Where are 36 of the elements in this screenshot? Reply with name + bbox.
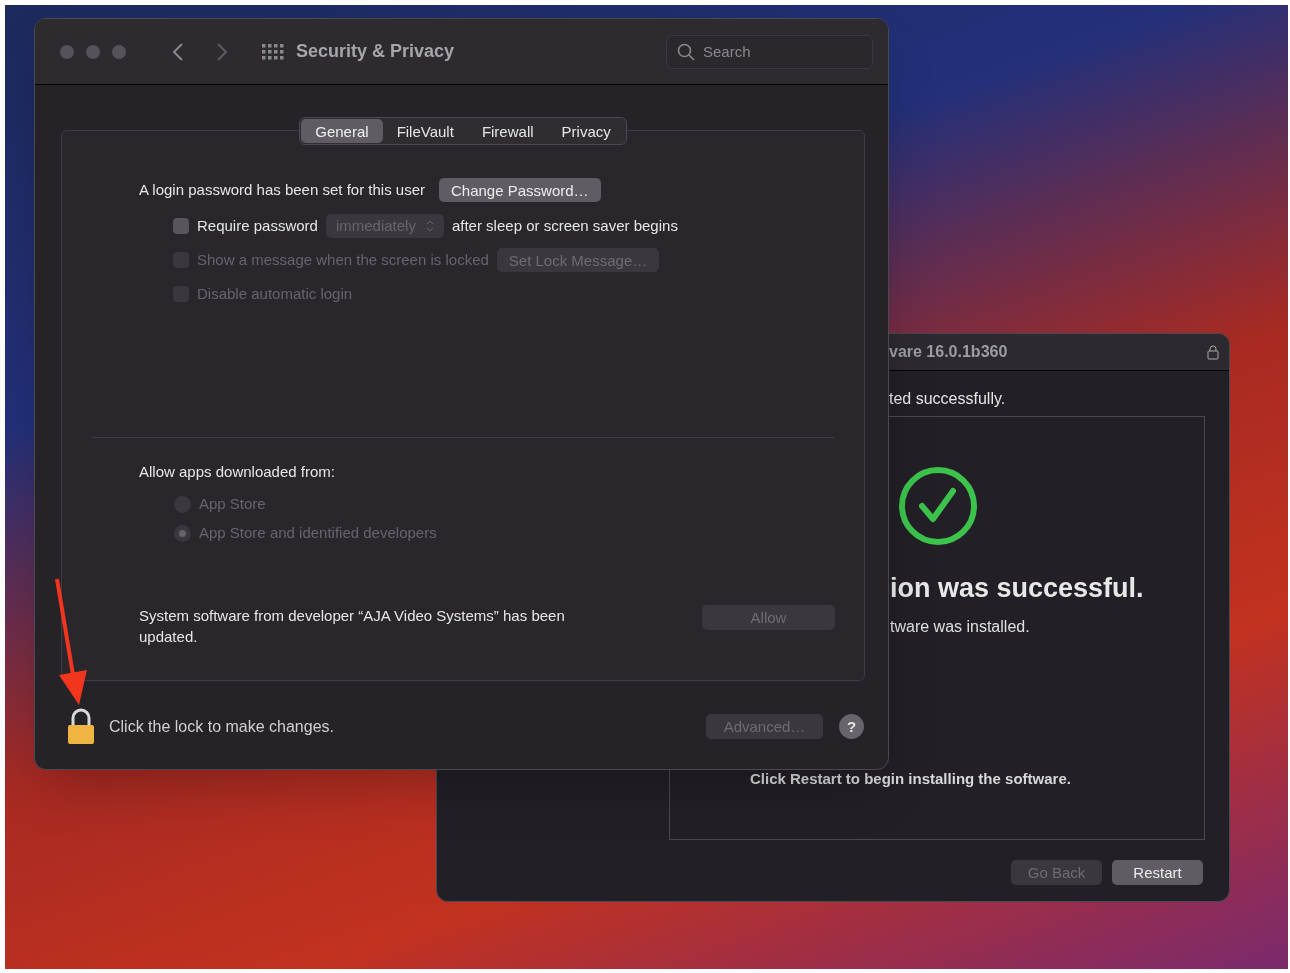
window-control[interactable] (112, 44, 126, 59)
status-text: ted successfully. (889, 390, 1006, 407)
forward-icon[interactable] (216, 41, 228, 62)
installed-text: tware was installed. (890, 617, 1030, 635)
success-heading: ion was successful. (890, 573, 1144, 603)
dialog-button[interactable]: Restart (1112, 860, 1203, 885)
option-suffix: after sleep or screen saver begins (451, 215, 678, 236)
radio-label: App Store and identified developers (199, 522, 437, 543)
tab[interactable]: Privacy (547, 119, 625, 143)
option-label: Require password (197, 215, 318, 236)
restart-instruction: Click Restart to begin installing the software. (750, 769, 1071, 787)
allow-heading: Allow apps downloaded from: (139, 463, 335, 480)
tab[interactable]: General (301, 119, 383, 143)
password-status-text: A login password has been set for this user (139, 179, 425, 200)
search-icon (677, 42, 695, 61)
help-button[interactable]: ? (839, 714, 864, 739)
back-icon[interactable] (172, 41, 184, 62)
success-check-icon (898, 466, 978, 546)
tab[interactable]: FileVault (382, 119, 468, 143)
tab[interactable]: Firewall (467, 119, 548, 143)
padlock-icon[interactable] (67, 708, 95, 745)
option-label: Disable automatic login (197, 283, 353, 304)
radio-label: App Store (199, 493, 266, 514)
grid-icon[interactable] (262, 43, 284, 60)
window-control[interactable] (60, 44, 74, 59)
checkbox[interactable] (173, 218, 189, 234)
change-password-button[interactable]: Change Password… (439, 178, 601, 202)
option-label: Show a message when the screen is locked (197, 249, 489, 270)
window-control[interactable] (86, 44, 100, 59)
search-field[interactable]: Search (666, 34, 873, 69)
lock-hint: Click the lock to make changes. (109, 716, 335, 737)
stepper-icon (425, 220, 434, 232)
lock-icon (1207, 344, 1219, 360)
developer-message: System software from developer “AJA Video Systems” has been updated. (139, 606, 566, 647)
window-title: Security & Privacy (296, 40, 455, 63)
window-title: vare 16.0.1b360 (889, 342, 1009, 362)
